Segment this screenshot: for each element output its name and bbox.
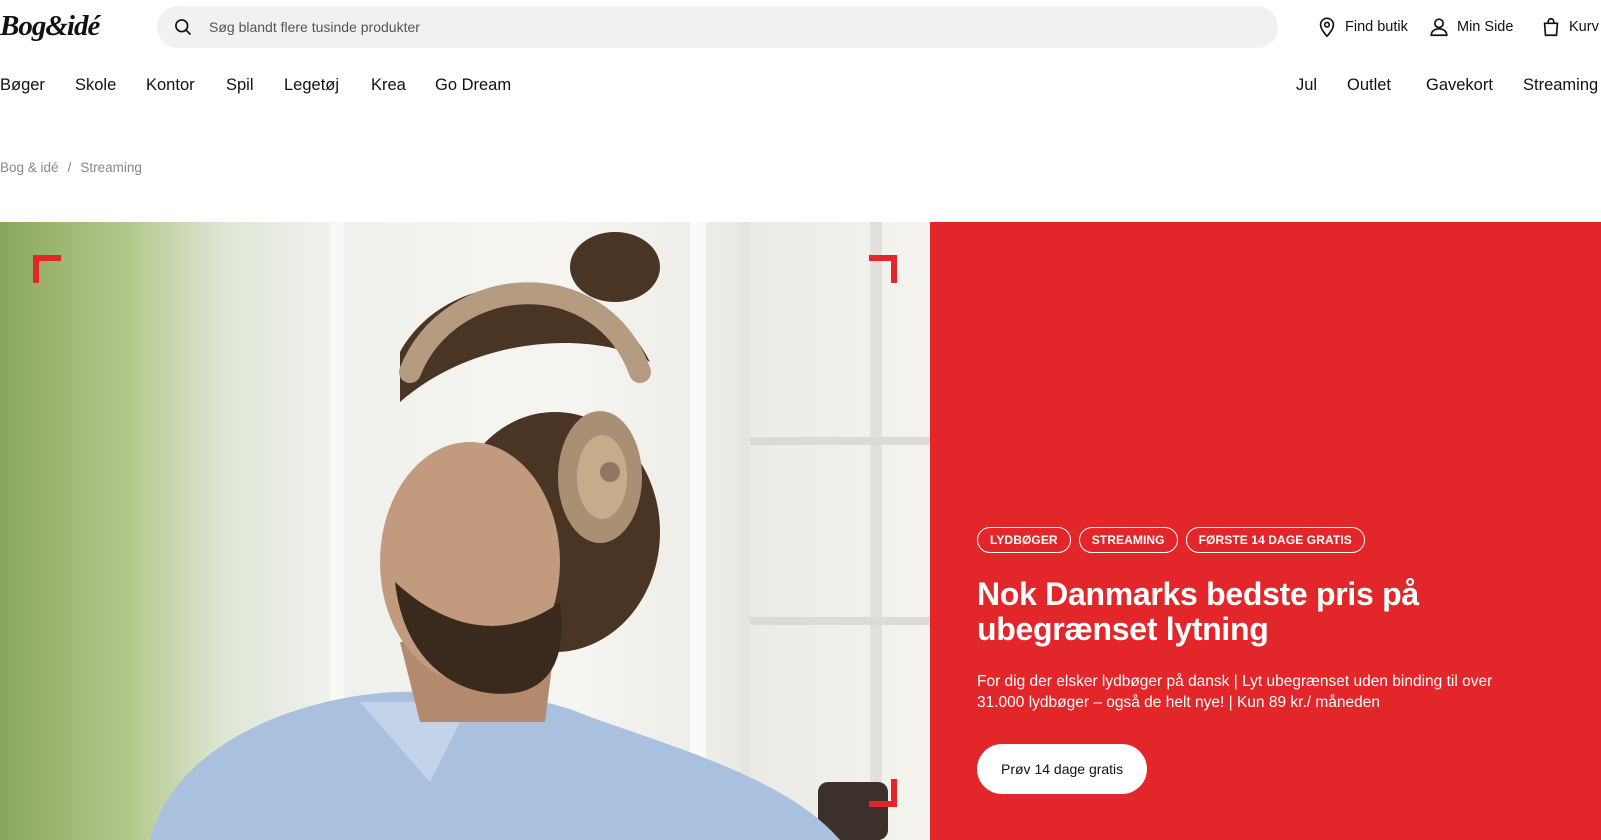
- find-store-label: Find butik: [1345, 19, 1408, 35]
- frame-corner-top-right: [869, 255, 897, 283]
- search-input[interactable]: [209, 19, 1109, 35]
- hero-content-panel: LYDBØGER STREAMING FØRSTE 14 DAGE GRATIS…: [930, 222, 1601, 840]
- site-logo[interactable]: Bog&idé: [0, 6, 100, 46]
- hero-title: Nok Danmarks bedste pris på ubegrænset l…: [977, 576, 1419, 647]
- nav-item-spil[interactable]: Spil: [226, 76, 254, 95]
- hero-photo-illustration: [150, 222, 930, 840]
- nav-item-legetoj[interactable]: Legetøj: [284, 76, 339, 95]
- frame-corner-top-left: [33, 255, 61, 283]
- main-nav: Bøger Skole Kontor Spil Legetøj Krea Go …: [0, 76, 1601, 98]
- tag-free-trial[interactable]: FØRSTE 14 DAGE GRATIS: [1185, 527, 1365, 553]
- find-store-link[interactable]: Find butik: [1316, 14, 1408, 40]
- search-icon: [175, 19, 192, 36]
- cart-link[interactable]: Kurv: [1540, 14, 1599, 40]
- nav-item-boger[interactable]: Bøger: [0, 76, 45, 95]
- hero-image: [0, 222, 930, 840]
- breadcrumb-separator: /: [67, 160, 72, 175]
- nav-item-jul[interactable]: Jul: [1296, 76, 1317, 95]
- cart-label: Kurv: [1569, 19, 1599, 35]
- search-bar[interactable]: [157, 6, 1278, 48]
- nav-item-outlet[interactable]: Outlet: [1347, 76, 1391, 95]
- nav-item-skole[interactable]: Skole: [75, 76, 116, 95]
- location-pin-icon: [1319, 17, 1335, 38]
- tag-streaming[interactable]: STREAMING: [1078, 527, 1178, 553]
- my-page-label: Min Side: [1457, 19, 1514, 35]
- try-free-button[interactable]: Prøv 14 dage gratis: [977, 744, 1148, 794]
- frame-corner-bottom-right: [869, 779, 897, 807]
- user-icon: [1430, 18, 1448, 37]
- nav-item-kontor[interactable]: Kontor: [146, 76, 195, 95]
- nav-item-krea[interactable]: Krea: [371, 76, 406, 95]
- hero-description: For dig der elsker lydbøger på dansk | L…: [977, 673, 1493, 711]
- hero-tags: LYDBØGER STREAMING FØRSTE 14 DAGE GRATIS: [977, 527, 1365, 553]
- tag-lydboger[interactable]: LYDBØGER: [977, 527, 1071, 553]
- nav-item-gavekort[interactable]: Gavekort: [1426, 76, 1493, 95]
- breadcrumb-item-home[interactable]: Bog & idé: [0, 160, 59, 175]
- shopping-bag-icon: [1543, 17, 1559, 37]
- my-page-link[interactable]: Min Side: [1428, 14, 1513, 40]
- nav-item-go-dream[interactable]: Go Dream: [435, 76, 511, 95]
- breadcrumb-item-current: Streaming: [80, 160, 142, 175]
- hero-banner: LYDBØGER STREAMING FØRSTE 14 DAGE GRATIS…: [0, 222, 1601, 840]
- breadcrumb: Bog & idé / Streaming: [0, 160, 142, 175]
- nav-item-streaming[interactable]: Streaming: [1523, 76, 1598, 95]
